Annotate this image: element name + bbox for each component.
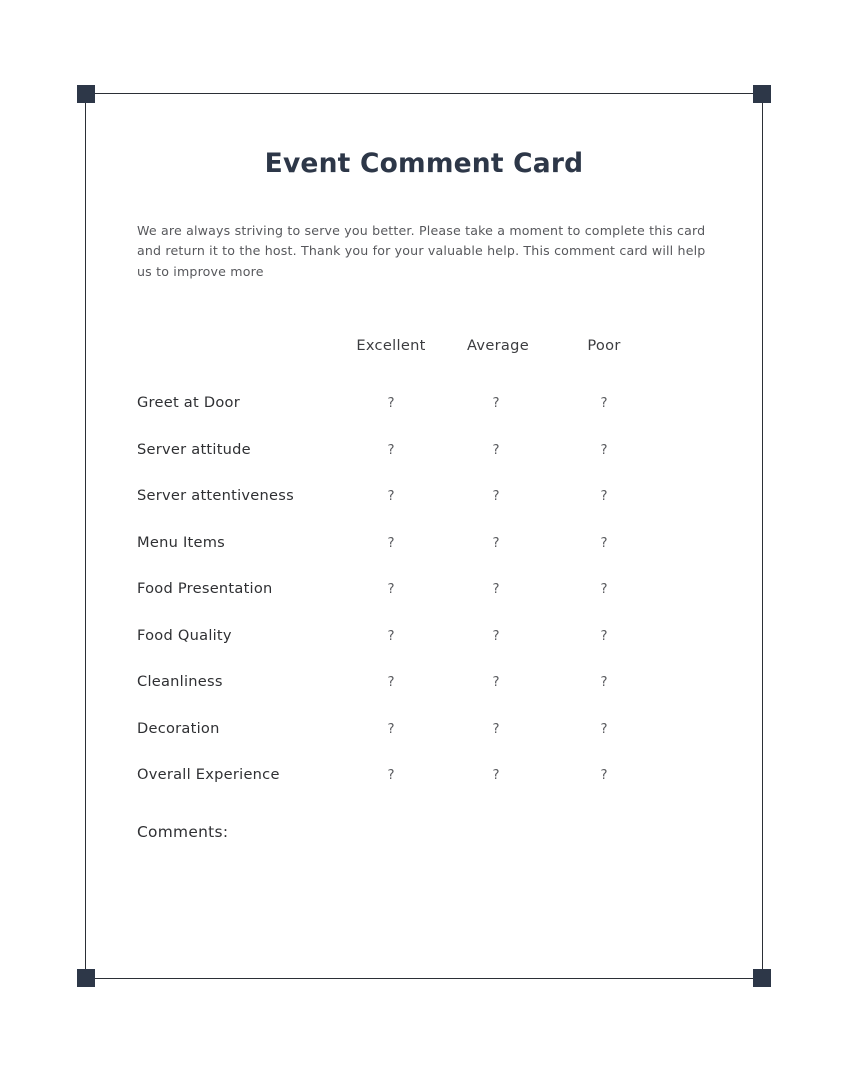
table-row: Cleanliness ? ? ? bbox=[85, 662, 763, 709]
row-label: Server attitude bbox=[137, 440, 251, 458]
rating-option-poor[interactable]: ? bbox=[557, 675, 651, 690]
table-row: Decoration ? ? ? bbox=[85, 709, 763, 756]
table-row: Food Quality ? ? ? bbox=[85, 616, 763, 663]
column-header-average: Average bbox=[466, 337, 530, 354]
table-row: Food Presentation ? ? ? bbox=[85, 569, 763, 616]
rating-table: Excellent Average Poor Greet at Door ? ?… bbox=[85, 337, 763, 802]
rating-option-poor[interactable]: ? bbox=[557, 536, 651, 551]
rating-option-poor[interactable]: ? bbox=[557, 582, 651, 597]
rating-option-average[interactable]: ? bbox=[449, 536, 543, 551]
rating-option-excellent[interactable]: ? bbox=[344, 489, 438, 504]
rating-option-average[interactable]: ? bbox=[449, 629, 543, 644]
comment-card-page: Event Comment Card We are always strivin… bbox=[0, 0, 853, 1065]
rating-option-poor[interactable]: ? bbox=[557, 629, 651, 644]
row-label: Cleanliness bbox=[137, 673, 223, 690]
rating-option-excellent[interactable]: ? bbox=[344, 396, 438, 411]
row-label: Server attentiveness bbox=[137, 487, 294, 504]
rating-table-header-row: Excellent Average Poor bbox=[85, 337, 763, 383]
rating-option-poor[interactable]: ? bbox=[557, 443, 651, 458]
rating-option-excellent[interactable]: ? bbox=[344, 722, 438, 737]
rating-option-average[interactable]: ? bbox=[449, 489, 543, 504]
rating-option-poor[interactable]: ? bbox=[557, 489, 651, 504]
rating-option-poor[interactable]: ? bbox=[557, 396, 651, 411]
table-row: Menu Items ? ? ? bbox=[85, 523, 763, 570]
rating-option-average[interactable]: ? bbox=[449, 675, 543, 690]
rating-option-poor[interactable]: ? bbox=[557, 768, 651, 783]
card-content: Event Comment Card We are always strivin… bbox=[85, 93, 763, 979]
rating-option-excellent[interactable]: ? bbox=[344, 629, 438, 644]
row-label: Overall Experience bbox=[137, 766, 280, 783]
rating-option-excellent[interactable]: ? bbox=[344, 443, 438, 458]
rating-option-average[interactable]: ? bbox=[449, 768, 543, 783]
row-label: Decoration bbox=[137, 719, 220, 737]
rating-option-average[interactable]: ? bbox=[449, 722, 543, 737]
intro-paragraph: We are always striving to serve you bett… bbox=[137, 223, 706, 279]
rating-option-average[interactable]: ? bbox=[449, 396, 543, 411]
row-label: Menu Items bbox=[137, 533, 226, 551]
table-row: Greet at Door ? ? ? bbox=[85, 383, 763, 430]
rating-option-poor[interactable]: ? bbox=[557, 722, 651, 737]
rating-option-average[interactable]: ? bbox=[449, 443, 543, 458]
table-row: Overall Experience ? ? ? bbox=[85, 755, 763, 802]
row-label: Food Quality bbox=[137, 626, 232, 644]
rating-option-excellent[interactable]: ? bbox=[344, 536, 438, 551]
comments-section: Comments: bbox=[137, 823, 697, 841]
page-title: Event Comment Card bbox=[264, 148, 584, 179]
comments-input-area[interactable] bbox=[137, 861, 711, 961]
table-row: Server attitude ? ? ? bbox=[85, 430, 763, 477]
rating-option-excellent[interactable]: ? bbox=[344, 675, 438, 690]
rating-option-excellent[interactable]: ? bbox=[344, 582, 438, 597]
rating-option-excellent[interactable]: ? bbox=[344, 768, 438, 783]
rating-option-average[interactable]: ? bbox=[449, 582, 543, 597]
column-header-poor: Poor bbox=[587, 337, 621, 354]
column-header-excellent: Excellent bbox=[356, 337, 426, 354]
table-row: Server attentiveness ? ? ? bbox=[85, 476, 763, 523]
row-label: Food Presentation bbox=[137, 580, 273, 597]
comments-label: Comments: bbox=[137, 823, 229, 841]
row-label: Greet at Door bbox=[137, 394, 240, 411]
